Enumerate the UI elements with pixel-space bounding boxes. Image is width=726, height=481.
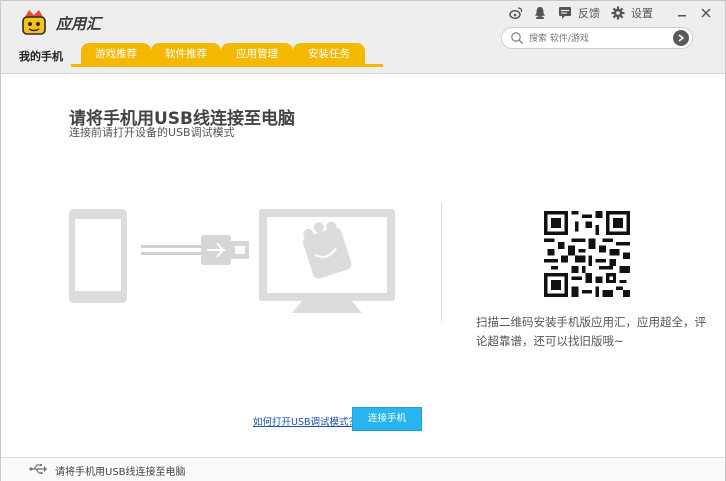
gear-icon[interactable]	[611, 6, 625, 20]
header: 应用汇 反馈 设置 搜索 软件/游戏 我的手机 游戏推荐 软件推荐 应用管理 安…	[1, 1, 725, 74]
usb-debug-help-link[interactable]: 如何打开USB调试模式？	[253, 414, 358, 428]
qr-code	[544, 211, 630, 297]
settings-label[interactable]: 设置	[631, 5, 653, 21]
arrow-right-icon	[678, 34, 685, 42]
feedback-label[interactable]: 反馈	[578, 5, 600, 21]
connect-phone-button[interactable]: 连接手机	[352, 407, 422, 431]
tab-install-tasks[interactable]: 安装任务	[293, 43, 365, 65]
close-icon[interactable]	[699, 6, 713, 20]
app-window: 应用汇 反馈 设置 搜索 软件/游戏 我的手机 游戏推荐 软件推荐 应用管理 安…	[0, 0, 726, 481]
page-subtitle: 连接前请打开设备的USB调试模式	[69, 126, 235, 139]
usb-icon	[29, 464, 47, 475]
minimize-icon[interactable]	[675, 6, 689, 20]
tab-software-recommend[interactable]: 软件推荐	[151, 43, 221, 65]
tab-game-recommend[interactable]: 游戏推荐	[81, 43, 151, 65]
app-logo-icon	[22, 10, 46, 35]
qq-icon[interactable]	[533, 6, 547, 20]
search-box[interactable]: 搜索 软件/游戏	[501, 27, 693, 49]
search-icon	[511, 32, 524, 45]
app-title: 应用汇	[56, 15, 102, 33]
vertical-divider	[441, 203, 442, 321]
monitor-icon	[259, 209, 395, 313]
phone-icon	[69, 209, 127, 303]
search-submit-button[interactable]	[673, 30, 689, 46]
status-text: 请将手机用USB线连接至电脑	[55, 467, 186, 478]
window-controls: 反馈 设置	[502, 5, 714, 21]
feedback-icon[interactable]	[558, 6, 572, 20]
status-bar: 请将手机用USB线连接至电脑	[1, 457, 725, 481]
phone-to-pc-illustration	[69, 209, 395, 313]
weibo-icon[interactable]	[508, 6, 523, 20]
tab-app-manage[interactable]: 应用管理	[221, 43, 293, 65]
qr-description: 扫描二维码安装手机版应用汇，应用超全，评论超靠谱，还可以找旧版哦~	[476, 315, 706, 348]
usb-cable-icon	[141, 235, 249, 265]
search-input[interactable]: 搜索 软件/游戏	[529, 31, 589, 44]
tab-my-phone[interactable]: 我的手机	[19, 48, 63, 64]
